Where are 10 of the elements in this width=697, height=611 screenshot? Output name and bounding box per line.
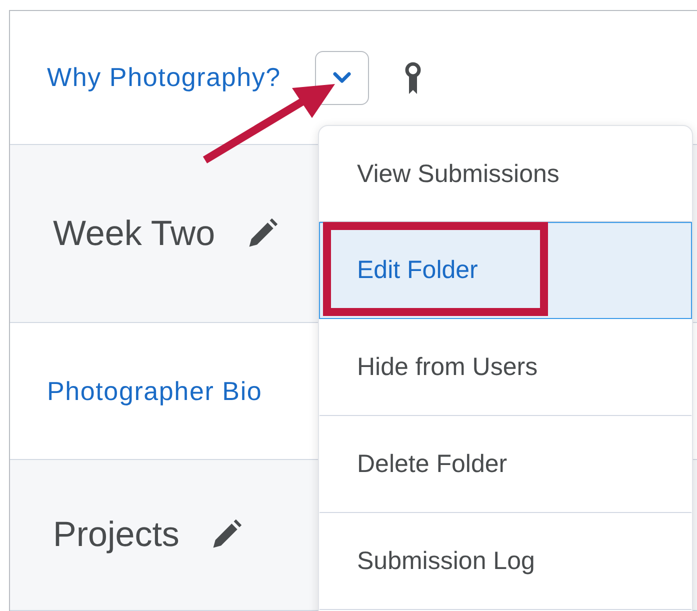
section-heading: Projects xyxy=(53,515,180,555)
dropdown-button[interactable] xyxy=(314,50,369,104)
menu-item[interactable]: Hide from Users xyxy=(319,319,692,416)
chevron-down-icon xyxy=(332,72,352,84)
folder-link[interactable]: Photographer Bio xyxy=(47,376,262,406)
menu-item[interactable]: Submission Log xyxy=(319,513,692,610)
menu-item[interactable]: Delete Folder xyxy=(319,416,692,513)
section-heading: Week Two xyxy=(53,214,216,254)
ribbon-icon xyxy=(404,62,421,94)
folder-link[interactable]: Why Photography? xyxy=(47,62,281,93)
